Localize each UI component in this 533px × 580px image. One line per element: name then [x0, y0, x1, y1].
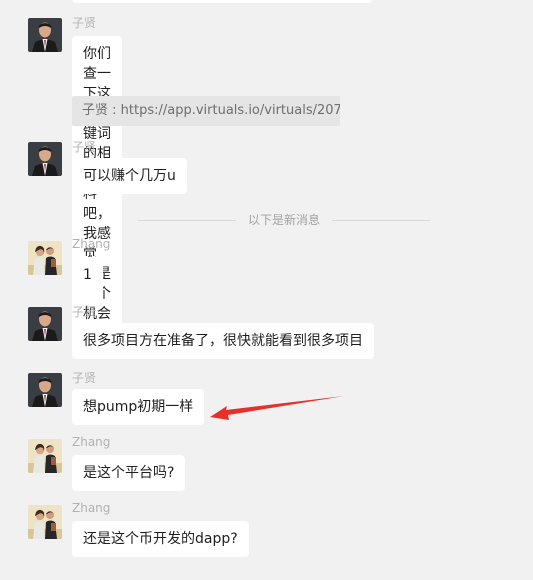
sender-name: Zhang: [72, 237, 111, 251]
avatar-zhang[interactable]: [28, 505, 62, 539]
new-messages-divider: 以下是新消息: [138, 210, 430, 230]
message-bubble[interactable]: 还是这个币开发的dapp?: [72, 521, 249, 557]
avatar-zhang[interactable]: [28, 439, 62, 473]
previous-message-bubble-fragment: [72, 0, 372, 3]
man-in-suit-avatar-icon: [28, 373, 62, 407]
couple-photo-avatar-icon: [28, 439, 62, 473]
avatar-zixian[interactable]: [28, 142, 62, 176]
scrollbar[interactable]: [525, 0, 533, 580]
sender-name: 子贤: [72, 140, 97, 154]
man-in-suit-avatar-icon: [28, 307, 62, 341]
avatar-zixian[interactable]: [28, 373, 62, 407]
avatar-zixian[interactable]: [28, 307, 62, 341]
avatar-zhang[interactable]: [28, 241, 62, 275]
couple-photo-avatar-icon: [28, 241, 62, 275]
sender-name: Zhang: [72, 435, 111, 449]
divider-line: [332, 220, 430, 221]
sender-name: Zhang: [72, 501, 111, 515]
message-bubble[interactable]: 想pump初期一样: [72, 389, 205, 425]
message-bubble[interactable]: 很多项目方在准备了，很快就能看到很多项目: [72, 323, 374, 359]
message-bubble[interactable]: 是这个平台吗?: [72, 455, 186, 491]
message-bubble[interactable]: 可以赚个几万u: [72, 158, 187, 194]
man-in-suit-avatar-icon: [28, 18, 62, 52]
man-in-suit-avatar-icon: [28, 142, 62, 176]
couple-photo-avatar-icon: [28, 505, 62, 539]
avatar-zixian[interactable]: [28, 18, 62, 52]
sender-name: 子贤: [72, 371, 97, 385]
message-bubble[interactable]: 1: [72, 257, 103, 293]
quoted-message[interactable]: 子贤 : https://app.virtuals.io/virtuals/20…: [72, 96, 340, 126]
sender-name: 子贤: [72, 305, 97, 319]
sender-name: 子贤: [72, 16, 97, 30]
